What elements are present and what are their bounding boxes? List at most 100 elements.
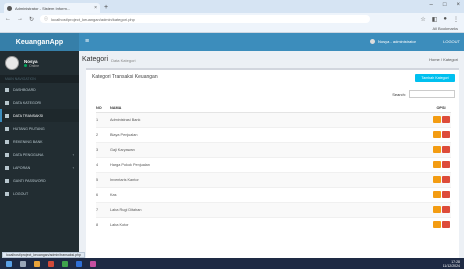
browser-tab[interactable]: Administrator - Sistem Inform... × <box>4 3 100 13</box>
edit-button[interactable] <box>432 176 441 183</box>
menu-header: MAIN NAVIGATION <box>0 75 79 83</box>
edit-button[interactable] <box>432 146 441 153</box>
sidebar-item-data-transaksi[interactable]: DATA TRANSAKSI <box>0 109 79 122</box>
delete-button[interactable] <box>441 206 450 213</box>
new-tab-button[interactable]: + <box>104 4 108 11</box>
sidebar-item-label: HUTANG PIUTANG <box>13 126 45 131</box>
topbar-user[interactable]: Nosya - administrator <box>369 39 416 44</box>
row-no: 6 <box>96 186 110 202</box>
edit-button[interactable] <box>432 191 441 198</box>
minimize-icon[interactable]: – <box>430 2 433 8</box>
row-nama: Biaya Penjualan <box>110 126 431 142</box>
folder-icon <box>5 100 9 105</box>
app2-icon[interactable] <box>90 260 96 267</box>
back-icon[interactable]: ← <box>5 16 11 22</box>
start-icon[interactable] <box>6 260 12 267</box>
vscode-icon[interactable] <box>76 260 82 267</box>
delete-button[interactable] <box>441 131 450 138</box>
url-field[interactable]: ⓘ localhost/project_keuangan/admin/kateg… <box>40 15 371 23</box>
delete-button[interactable] <box>441 116 450 123</box>
sidebar-item-label: GANTI PASSWORD <box>13 178 46 183</box>
user-avatar-small <box>369 39 375 44</box>
sidebar-item-data-kategori[interactable]: DATA KATEGORI <box>0 96 79 109</box>
table-row: 8 Laba Kotor <box>96 216 451 232</box>
row-no: 1 <box>96 111 110 127</box>
row-nama: Harga Pokok Penjualan <box>110 156 431 172</box>
delete-button[interactable] <box>441 191 450 198</box>
column-header-nama[interactable]: NAMA <box>110 104 431 113</box>
column-header-no[interactable]: NO <box>96 104 110 113</box>
column-header-opsi: OPSI <box>431 104 451 113</box>
sidebar-item-dashboard[interactable]: DASHBOARD <box>0 83 79 96</box>
all-bookmarks[interactable]: All Bookmarks <box>432 26 458 31</box>
exchange-icon <box>5 113 9 118</box>
extensions-icon[interactable]: ◧ <box>432 16 438 23</box>
topbar-user-name: Nosya - administrator <box>377 39 416 44</box>
table-row: 6 Kas <box>96 186 451 202</box>
search-input[interactable] <box>409 90 455 98</box>
delete-button[interactable] <box>441 146 450 153</box>
bookmark-star-icon[interactable]: ☆ <box>420 16 425 23</box>
file-explorer-icon[interactable] <box>34 260 40 267</box>
kategori-table: NO NAMA OPSI 1 Administrasi Bank 2 Biaya P… <box>96 104 451 232</box>
sidebar-item-rekening-bank[interactable]: REKENING BANK <box>0 135 79 148</box>
sidebar-item-laporan[interactable]: LAPORAN ‹ <box>0 161 79 174</box>
delete-button[interactable] <box>441 161 450 168</box>
row-nama: Inventaris Kantor <box>110 171 431 187</box>
taskbar: 17:28 11/12/2024 <box>0 258 464 269</box>
chevron-left-icon: ‹ <box>72 152 74 157</box>
app-window: KeuanganApp ≡ Nosya - administrator LOGO… <box>0 33 464 258</box>
page-subtitle: Data Kategori <box>111 58 136 63</box>
row-no: 8 <box>96 216 110 232</box>
tab-title: Administrator - Sistem Inform... <box>15 5 71 11</box>
table-row: 3 Gaji Karyawan <box>96 141 451 157</box>
row-nama: Gaji Karyawan <box>110 141 431 157</box>
circle-icon <box>5 126 9 131</box>
page-favicon-icon <box>7 5 12 11</box>
site-info-icon[interactable]: ⓘ <box>44 16 48 22</box>
sidebar-item-hutang-piutang[interactable]: HUTANG PIUTANG <box>0 122 79 135</box>
edit-button[interactable] <box>432 131 441 138</box>
row-no: 7 <box>96 201 110 217</box>
sidebar-item-label: DASHBOARD <box>13 87 36 92</box>
sidebar-item-label: LOGOUT <box>13 191 29 196</box>
search-icon[interactable] <box>20 260 26 267</box>
bank-icon <box>5 139 9 144</box>
delete-button[interactable] <box>441 221 450 229</box>
user-panel: Nosya Online <box>0 51 79 75</box>
delete-button[interactable] <box>441 176 450 183</box>
forward-icon[interactable]: → <box>17 16 23 22</box>
edit-button[interactable] <box>432 206 441 213</box>
close-tab-icon[interactable]: × <box>94 5 97 11</box>
sidebar-item-data-pengguna[interactable]: DATA PENGGUNA ‹ <box>0 148 79 161</box>
topbar-logout-button[interactable]: LOGOUT <box>443 39 460 44</box>
page-header: Kategori Data Kategori <box>79 51 464 68</box>
reload-icon[interactable]: ↻ <box>29 16 34 23</box>
edit-button[interactable] <box>432 221 441 229</box>
breadcrumb[interactable]: Home / Kategori <box>429 57 458 62</box>
menu-dots-icon[interactable]: ⋮ <box>453 16 459 23</box>
app-icon[interactable] <box>48 260 54 267</box>
chevron-left-icon: ‹ <box>72 165 74 170</box>
box-title: Kategori Transaksi Keuangan <box>92 74 158 80</box>
edit-button[interactable] <box>432 116 441 123</box>
profile-icon[interactable]: ● <box>443 16 447 23</box>
sidebar-toggle-icon[interactable]: ≡ <box>85 38 89 45</box>
bookmarks-bar: All Bookmarks <box>0 25 464 33</box>
sidebar-item-ganti-password[interactable]: GANTI PASSWORD <box>0 174 79 187</box>
kategori-box: Kategori Transaksi Keuangan Tambah Kateg… <box>86 68 459 258</box>
row-nama: Laba Kotor <box>110 216 431 232</box>
sidebar-item-label: DATA KATEGORI <box>13 100 42 105</box>
maximize-icon[interactable]: □ <box>443 2 447 8</box>
table-row: 2 Biaya Penjualan <box>96 126 451 142</box>
chrome-icon[interactable] <box>62 260 68 267</box>
sidebar-item-label: DATA PENGGUNA <box>13 152 44 157</box>
sidebar-item-logout[interactable]: LOGOUT <box>0 187 79 200</box>
system-clock[interactable]: 17:28 11/12/2024 <box>443 260 460 268</box>
brand-logo[interactable]: KeuanganApp <box>0 33 79 51</box>
edit-button[interactable] <box>432 161 441 168</box>
row-nama: Kas <box>110 186 431 202</box>
table-row: 1 Administrasi Bank <box>96 111 451 127</box>
add-kategori-button[interactable]: Tambah Kategori <box>415 74 455 82</box>
close-window-icon[interactable]: × <box>456 2 460 8</box>
